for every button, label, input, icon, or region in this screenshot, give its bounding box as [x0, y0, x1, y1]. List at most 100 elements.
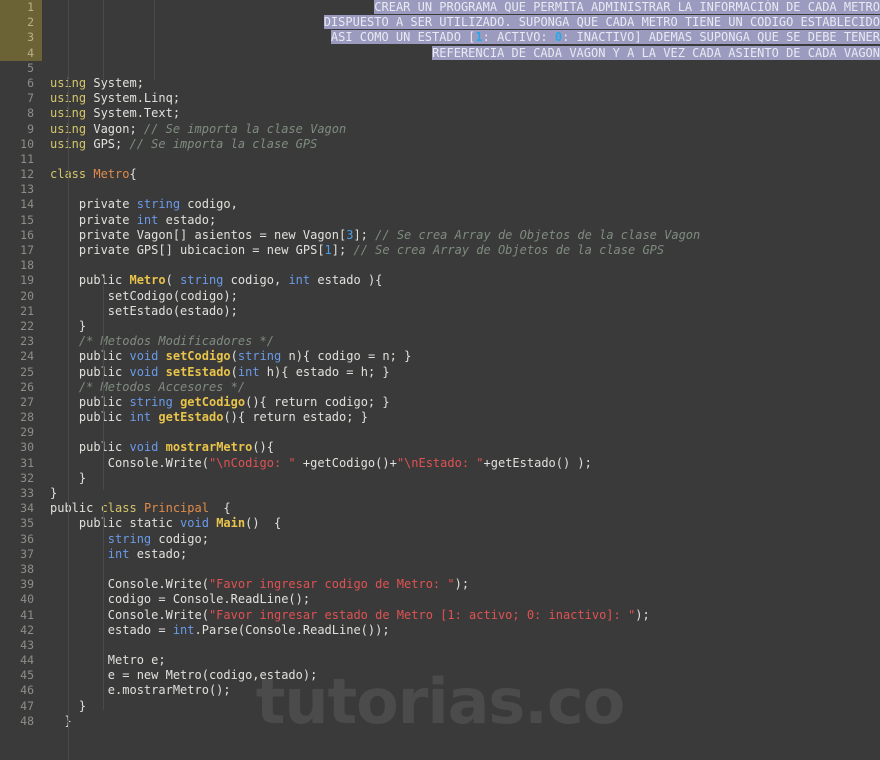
code-line[interactable]: e = new Metro(codigo,estado); — [42, 668, 880, 683]
code-line[interactable]: Console.Write("Favor ingresar estado de … — [42, 608, 880, 623]
code-line[interactable]: public void mostrarMetro(){ — [42, 440, 880, 455]
code-line[interactable]: using System; — [42, 76, 880, 91]
code-line[interactable]: setCodigo(codigo); — [42, 289, 880, 304]
code-line[interactable]: } — [42, 471, 880, 486]
code-line[interactable]: e.mostrarMetro(); — [42, 683, 880, 698]
code-line[interactable] — [42, 562, 880, 577]
line-number[interactable]: 32 — [0, 471, 42, 486]
code-line[interactable]: public Metro( string codigo, int estado … — [42, 273, 880, 288]
line-number[interactable]: 46 — [0, 683, 42, 698]
line-number[interactable]: 21 — [0, 304, 42, 319]
line-number[interactable]: 6 — [0, 76, 42, 91]
line-number[interactable]: 42 — [0, 623, 42, 638]
line-number[interactable]: 17 — [0, 243, 42, 258]
code-line[interactable]: codigo = Console.ReadLine(); — [42, 592, 880, 607]
code-line[interactable]: estado = int.Parse(Console.ReadLine()); — [42, 623, 880, 638]
selected-comment-line[interactable]: ASI COMO UN ESTADO [1: ACTIVO: 0: INACTI… — [42, 30, 880, 45]
code-line[interactable] — [42, 182, 880, 197]
line-number[interactable]: 37 — [0, 547, 42, 562]
code-line[interactable] — [42, 61, 880, 76]
code-line[interactable]: public class Principal { — [42, 501, 880, 516]
line-number[interactable]: 20 — [0, 289, 42, 304]
line-number[interactable]: 15 — [0, 213, 42, 228]
line-number[interactable]: 40 — [0, 592, 42, 607]
code-line[interactable]: } — [42, 699, 880, 714]
code-line[interactable]: public string getCodigo(){ return codigo… — [42, 395, 880, 410]
code-lines[interactable]: using System; using System.Linq; using Sys… — [42, 61, 880, 729]
code-line[interactable]: public static void Main() { — [42, 516, 880, 531]
line-number[interactable]: 13 — [0, 182, 42, 197]
line-number[interactable]: 23 — [0, 334, 42, 349]
line-number[interactable]: 24 — [0, 349, 42, 364]
code-line[interactable]: using GPS; // Se importa la clase GPS — [42, 137, 880, 152]
code-line[interactable]: class Metro{ — [42, 167, 880, 182]
line-number[interactable]: 36 — [0, 532, 42, 547]
code-line[interactable]: private GPS[] ubicacion = new GPS[1]; //… — [42, 243, 880, 258]
selected-comment-line[interactable]: REFERENCIA DE CADA VAGON Y A LA VEZ CADA… — [42, 45, 880, 61]
line-number[interactable]: 43 — [0, 638, 42, 653]
code-line[interactable]: private Vagon[] asientos = new Vagon[3];… — [42, 228, 880, 243]
line-number[interactable]: 31 — [0, 456, 42, 471]
code-line[interactable]: using System.Linq; — [42, 91, 880, 106]
line-number[interactable]: 19 — [0, 273, 42, 288]
selected-comment-line[interactable]: DISPUESTO A SER UTILIZADO. SUPONGA QUE C… — [42, 15, 880, 30]
line-number[interactable]: 34 — [0, 501, 42, 516]
line-number[interactable]: 7 — [0, 91, 42, 106]
line-number[interactable]: 12 — [0, 167, 42, 182]
code-line[interactable]: public void setCodigo(string n){ codigo … — [42, 349, 880, 364]
code-line[interactable] — [42, 425, 880, 440]
selected-comment-line[interactable]: CREAR UN PROGRAMA QUE PERMITA ADMINISTRA… — [42, 0, 880, 15]
selection-highlight[interactable]: ASI COMO UN ESTADO [1: ACTIVO: 0: INACTI… — [330, 30, 880, 45]
line-number[interactable]: 26 — [0, 380, 42, 395]
line-number[interactable]: 39 — [0, 577, 42, 592]
code-line[interactable]: using System.Text; — [42, 106, 880, 121]
code-line[interactable]: int estado; — [42, 547, 880, 562]
code-line[interactable]: private int estado; — [42, 213, 880, 228]
code-line[interactable] — [42, 152, 880, 167]
line-number[interactable]: 4 — [0, 45, 42, 61]
code-line[interactable] — [42, 258, 880, 273]
selection-highlight[interactable]: REFERENCIA DE CADA VAGON Y A LA VEZ CADA… — [432, 45, 880, 60]
line-number[interactable]: 44 — [0, 653, 42, 668]
line-number[interactable]: 25 — [0, 365, 42, 380]
code-line[interactable]: using Vagon; // Se importa la clase Vago… — [42, 122, 880, 137]
line-number[interactable]: 47 — [0, 699, 42, 714]
code-line[interactable]: /* Metodos Modificadores */ — [42, 334, 880, 349]
line-number[interactable]: 27 — [0, 395, 42, 410]
line-number[interactable]: 11 — [0, 152, 42, 167]
selected-comment-block[interactable]: CREAR UN PROGRAMA QUE PERMITA ADMINISTRA… — [42, 0, 880, 61]
code-content-area[interactable]: CREAR UN PROGRAMA QUE PERMITA ADMINISTRA… — [42, 0, 880, 760]
line-number[interactable]: 3 — [0, 30, 42, 46]
code-line[interactable]: public int getEstado(){ return estado; } — [42, 410, 880, 425]
line-number[interactable]: 41 — [0, 608, 42, 623]
line-number[interactable]: 48 — [0, 714, 42, 729]
line-number[interactable]: 35 — [0, 516, 42, 531]
code-line[interactable]: Console.Write("Favor ingresar codigo de … — [42, 577, 880, 592]
line-number[interactable]: 2 — [0, 15, 42, 31]
line-number[interactable]: 22 — [0, 319, 42, 334]
line-number[interactable]: 30 — [0, 440, 42, 455]
line-number[interactable]: 38 — [0, 562, 42, 577]
line-number[interactable]: 9 — [0, 122, 42, 137]
line-number-gutter[interactable]: 1 2 3 4 5 6 7 8 9 10 11 12 13 14 15 16 17 18 19 20 21 22 23 24 2… — [0, 0, 42, 760]
selection-highlight[interactable]: CREAR UN PROGRAMA QUE PERMITA ADMINISTRA… — [374, 0, 880, 14]
code-editor[interactable]: tutorias.co CREAR UN PROGRAMA QUE PERMIT… — [0, 0, 880, 760]
line-number[interactable]: 1 — [0, 0, 42, 16]
code-line[interactable] — [42, 638, 880, 653]
line-number[interactable]: 16 — [0, 228, 42, 243]
line-number[interactable]: 8 — [0, 106, 42, 121]
line-number[interactable]: 28 — [0, 410, 42, 425]
code-line[interactable]: } — [42, 486, 880, 501]
code-line[interactable]: } — [42, 319, 880, 334]
selection-highlight[interactable]: DISPUESTO A SER UTILIZADO. SUPONGA QUE C… — [323, 15, 880, 30]
line-number[interactable]: 45 — [0, 668, 42, 683]
code-line[interactable]: /* Metodos Accesores */ — [42, 380, 880, 395]
line-number[interactable]: 33 — [0, 486, 42, 501]
line-number[interactable]: 10 — [0, 137, 42, 152]
code-line[interactable]: setEstado(estado); — [42, 304, 880, 319]
code-line[interactable]: string codigo; — [42, 532, 880, 547]
line-number[interactable]: 14 — [0, 197, 42, 212]
code-line[interactable]: public void setEstado(int h){ estado = h… — [42, 365, 880, 380]
code-line[interactable]: Console.Write("\nCodigo: " +getCodigo()+… — [42, 456, 880, 471]
line-number[interactable]: 5 — [0, 61, 42, 76]
